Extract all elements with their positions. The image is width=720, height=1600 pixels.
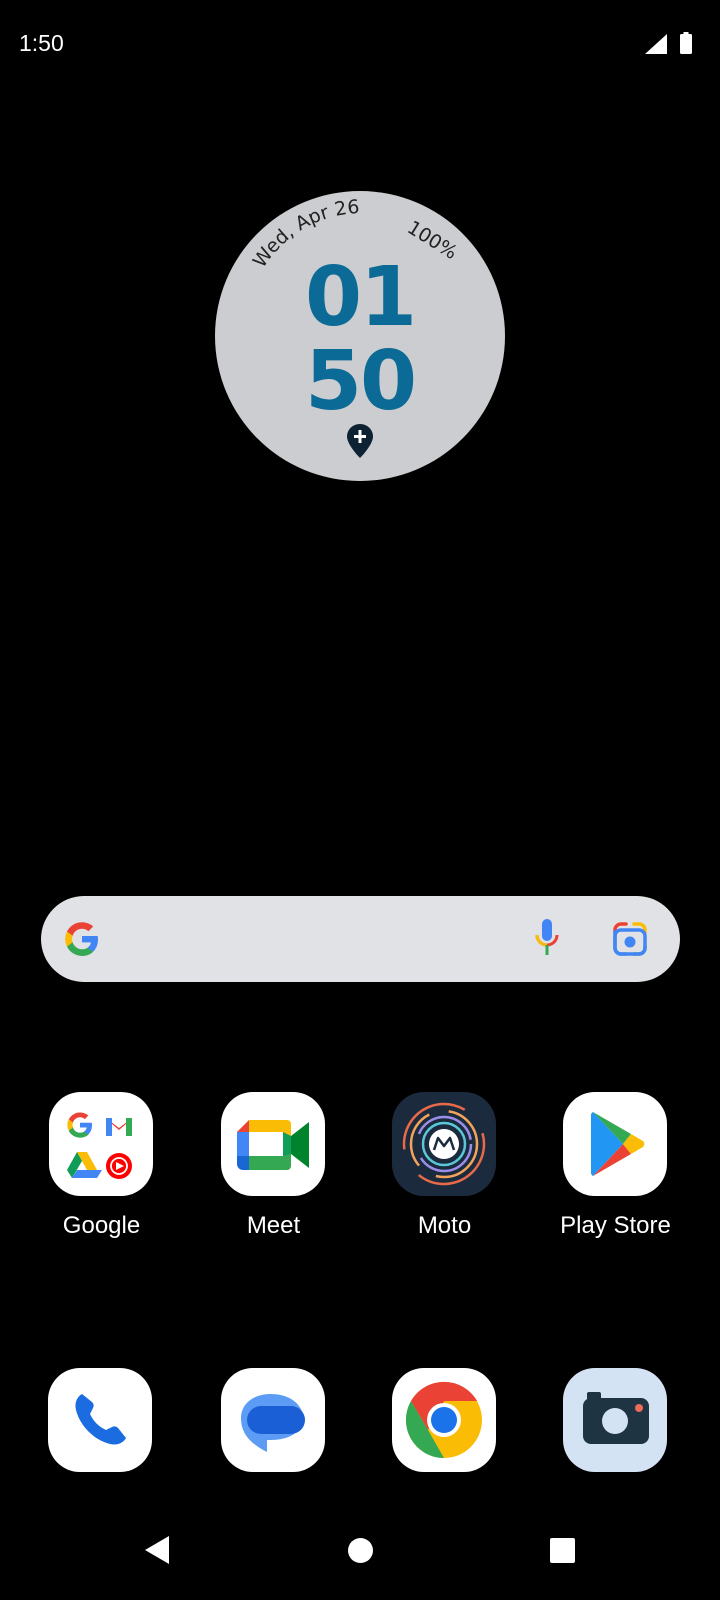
back-icon[interactable] <box>145 1536 171 1564</box>
signal-icon <box>645 34 667 54</box>
phone-icon <box>48 1368 152 1472</box>
clock-hours: 01 <box>304 250 417 345</box>
lens-icon[interactable] <box>611 920 649 958</box>
app-label-moto: Moto <box>417 1212 472 1239</box>
moto-icon <box>392 1092 496 1196</box>
meet-icon <box>221 1092 325 1196</box>
location-add-icon[interactable] <box>347 424 373 458</box>
mic-icon[interactable] <box>532 917 562 959</box>
clock-widget[interactable]: Wed, Apr 26 100% 01 50 <box>215 191 505 481</box>
chrome-icon <box>392 1368 496 1472</box>
app-label-meet: Meet <box>246 1212 301 1239</box>
recents-icon[interactable] <box>550 1538 575 1563</box>
google-g-icon <box>65 922 98 956</box>
app-label-play-store: Play Store <box>560 1212 671 1239</box>
battery-icon <box>680 32 692 54</box>
camera-icon <box>563 1368 667 1472</box>
clock-minutes: 50 <box>304 334 417 429</box>
google-search-bar[interactable] <box>41 896 680 982</box>
home-icon[interactable] <box>348 1538 373 1563</box>
app-label-google: Google <box>62 1212 141 1239</box>
navigation-bar <box>0 1520 720 1600</box>
home-screen: 1:50 Wed, Apr 26 100% 01 50 Google Meet … <box>0 0 720 1600</box>
google-folder-icon <box>49 1092 153 1196</box>
status-time: 1:50 <box>19 30 64 56</box>
messages-icon <box>221 1368 325 1472</box>
status-bar: 1:50 <box>0 0 720 88</box>
play-store-icon <box>563 1092 667 1196</box>
